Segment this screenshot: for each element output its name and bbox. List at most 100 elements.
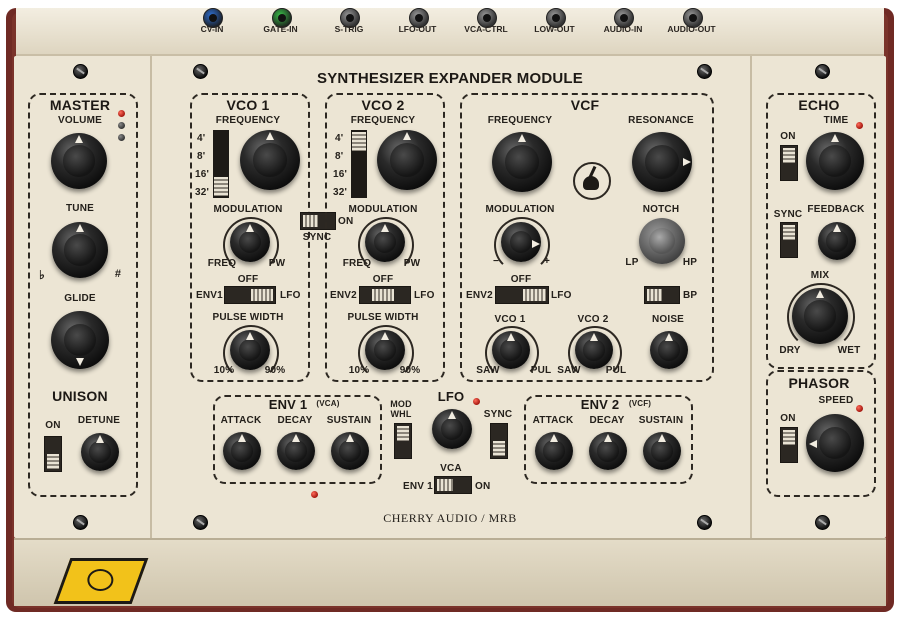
phasor-title: PHASOR — [788, 375, 850, 391]
vcf-resonance-knob[interactable] — [632, 132, 692, 192]
echo-feedback-label: FEEDBACK — [807, 204, 865, 215]
vcf-frequency-label: FREQUENCY — [487, 115, 553, 126]
vcf-env-label: ENV2 — [466, 290, 493, 301]
env1-attack-knob[interactable] — [223, 432, 261, 470]
env2-decay-knob[interactable] — [589, 432, 627, 470]
volume-knob[interactable] — [51, 133, 107, 189]
jack-rail — [16, 8, 884, 56]
vcf-bp-toggle[interactable] — [644, 286, 680, 304]
vca-on-label: ON — [475, 481, 491, 492]
mixer-vco2-knob[interactable] — [575, 331, 613, 369]
env2-attack-label: ATTACK — [532, 415, 574, 426]
vco2-frequency-label: FREQUENCY — [350, 115, 416, 126]
vcf-modulation-label: MODULATION — [485, 204, 555, 215]
vcf-frequency-knob[interactable] — [492, 132, 552, 192]
vco1-range-switch[interactable] — [213, 130, 229, 198]
screw-icon — [697, 515, 712, 530]
echo-time-label: TIME — [823, 115, 849, 126]
vco2-range-4: 4' — [335, 133, 344, 144]
env2-title: ENV 2 — [580, 397, 620, 412]
screw-icon — [73, 515, 88, 530]
vco2-range-16: 16' — [333, 169, 348, 180]
vco1-pulse-width-knob[interactable] — [230, 330, 270, 370]
echo-time-knob[interactable] — [806, 132, 864, 190]
env2-sustain-label: SUSTAIN — [638, 415, 684, 426]
tune-label: TUNE — [65, 203, 95, 214]
phasor-speed-knob[interactable] — [806, 414, 864, 472]
lfo-rate-knob[interactable] — [432, 409, 472, 449]
mixer-vco1-knob[interactable] — [492, 331, 530, 369]
vcf-plus-label: + — [543, 256, 551, 267]
vco2-freq-label: FREQ — [342, 258, 372, 269]
right-divider — [750, 56, 752, 538]
lfo-title: LFO — [437, 389, 465, 404]
vco2-modulation-knob[interactable] — [365, 222, 405, 262]
unison-on-label: ON — [45, 420, 61, 431]
echo-led — [856, 122, 863, 129]
echo-on-toggle[interactable] — [780, 145, 798, 181]
echo-sync-toggle[interactable] — [780, 222, 798, 258]
master-title: MASTER — [49, 97, 111, 113]
echo-mix-knob[interactable] — [792, 288, 848, 344]
vco1-modulation-knob[interactable] — [230, 222, 270, 262]
vco1-pulse-width-label: PULSE WIDTH — [212, 312, 284, 323]
jack-label: LFO-OUT — [398, 24, 437, 34]
vcf-minus-label: − — [492, 256, 500, 267]
left-divider — [150, 56, 152, 538]
vco2-frequency-knob[interactable] — [377, 130, 437, 190]
jack-label: CV-IN — [200, 24, 224, 34]
vca-mode-toggle[interactable] — [434, 476, 472, 494]
screw-icon — [193, 515, 208, 530]
vco2-pulse-width-knob[interactable] — [365, 330, 405, 370]
env1-sustain-label: SUSTAIN — [326, 415, 372, 426]
echo-dry-label: DRY — [779, 345, 801, 356]
screw-icon — [73, 64, 88, 79]
brand-label: CHERRY AUDIO / MRB — [383, 511, 517, 525]
vco1-mod-source-switch[interactable] — [224, 286, 276, 304]
vcf-mod-source-switch[interactable] — [495, 286, 549, 304]
phasor-on-toggle[interactable] — [780, 427, 798, 463]
vco1-freq-label: FREQ — [207, 258, 237, 269]
screw-icon — [193, 64, 208, 79]
env2-attack-knob[interactable] — [535, 432, 573, 470]
glide-knob[interactable] — [51, 311, 109, 369]
vco2-range-switch[interactable] — [351, 130, 367, 198]
lfo-sync-label: SYNC — [483, 409, 513, 420]
vco2-lfo-label: LFO — [414, 290, 435, 301]
vcf-modulation-knob[interactable] — [501, 222, 541, 262]
mixer-noise-label: NOISE — [651, 314, 685, 325]
jack-label: VCA-CTRL — [464, 24, 508, 34]
vco1-title: VCO 1 — [226, 97, 270, 113]
vco2-mod-source-switch[interactable] — [359, 286, 411, 304]
unison-toggle[interactable] — [44, 436, 62, 472]
mixer-vco1-saw-label: SAW — [476, 365, 500, 376]
env1-decay-knob[interactable] — [277, 432, 315, 470]
env2-subtitle: (VCF) — [628, 399, 652, 408]
echo-title: ECHO — [798, 97, 840, 113]
echo-feedback-knob[interactable] — [818, 222, 856, 260]
jack-label: S-TRIG — [334, 24, 364, 34]
phasor-led — [856, 405, 863, 412]
env2-sustain-knob[interactable] — [643, 432, 681, 470]
vco1-pw-max-label: 90% — [264, 365, 286, 376]
vcf-notch-knob[interactable] — [639, 218, 685, 264]
mod-wheel-toggle[interactable] — [394, 423, 412, 459]
master-led — [118, 134, 125, 141]
mixer-noise-knob[interactable] — [650, 331, 688, 369]
env1-led — [311, 491, 318, 498]
env1-sustain-knob[interactable] — [331, 432, 369, 470]
vca-env1-label: ENV 1 — [403, 481, 433, 492]
vco2-env-label: ENV2 — [330, 290, 357, 301]
vcf-notch-label: NOTCH — [642, 204, 680, 215]
volume-label: VOLUME — [58, 115, 102, 126]
vco2-pulse-width-label: PULSE WIDTH — [347, 312, 419, 323]
jack-label: AUDIO-IN — [603, 24, 643, 34]
vco2-pw-min-label: 10% — [348, 365, 370, 376]
lfo-sync-toggle[interactable] — [490, 423, 508, 459]
vco1-pw-min-label: 10% — [213, 365, 235, 376]
vco1-off-label: OFF — [237, 274, 259, 285]
tune-knob[interactable] — [52, 222, 108, 278]
vco1-frequency-knob[interactable] — [240, 130, 300, 190]
detune-knob[interactable] — [81, 433, 119, 471]
flat-symbol: ♭ — [39, 268, 45, 282]
